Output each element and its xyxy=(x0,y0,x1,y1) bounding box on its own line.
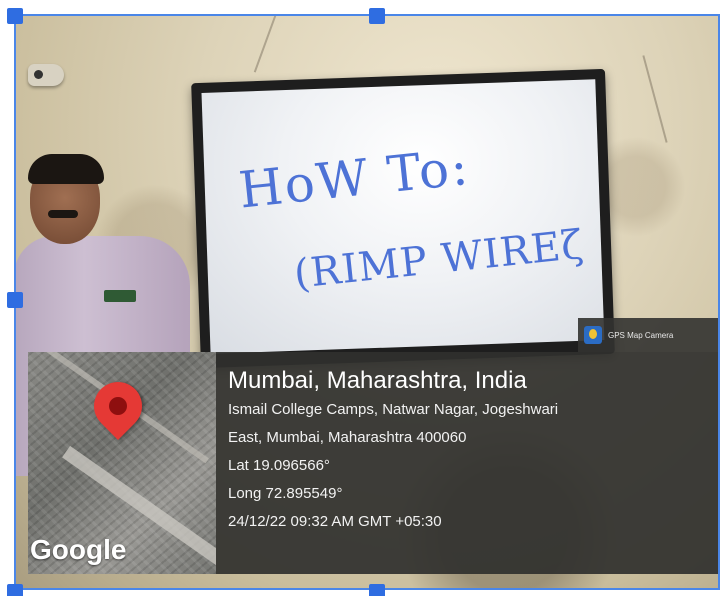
resize-handle-bottom-middle[interactable] xyxy=(369,584,385,596)
image-canvas: HoW To: (RIMP WIREζ GPS Map Camera Googl… xyxy=(0,0,724,596)
brand-label: GPS Map Camera xyxy=(608,330,674,340)
presenter-moustache xyxy=(48,210,78,218)
address-line-2: East, Mumbai, Maharashtra 400060 xyxy=(228,429,467,446)
wall-crack xyxy=(253,15,277,73)
resize-handle-top-middle[interactable] xyxy=(369,8,385,24)
google-logo: Google xyxy=(30,534,127,565)
map-thumbnail: Google xyxy=(28,352,216,574)
gps-map-camera-icon xyxy=(584,326,602,344)
handwriting-line-1: HoW To: xyxy=(236,137,473,220)
wall-crack xyxy=(642,55,668,143)
latitude: Lat 19.096566° xyxy=(228,457,330,474)
address-line-1: Ismail College Camps, Natwar Nagar, Joge… xyxy=(228,401,559,418)
gps-brand-tag: GPS Map Camera xyxy=(578,318,720,352)
resize-handle-middle-left[interactable] xyxy=(7,292,23,308)
resize-handle-top-left[interactable] xyxy=(7,8,23,24)
timestamp: 24/12/22 09:32 AM GMT +05:30 xyxy=(228,513,442,530)
handwriting-line-2: (RIMP WIREζ xyxy=(291,221,587,298)
longitude: Long 72.895549° xyxy=(228,485,343,502)
location-info-panel: Mumbai, Maharashtra, India Ismail Colleg… xyxy=(216,352,720,574)
cctv-camera xyxy=(28,64,64,86)
whiteboard-surface: HoW To: (RIMP WIREζ xyxy=(201,79,605,354)
display-screen: HoW To: (RIMP WIREζ xyxy=(191,68,615,369)
city-title: Mumbai, Maharashtra, India xyxy=(228,367,527,394)
presenter-hair xyxy=(28,154,104,184)
resize-handle-bottom-left[interactable] xyxy=(7,584,23,596)
shirt-pocket xyxy=(104,290,136,302)
